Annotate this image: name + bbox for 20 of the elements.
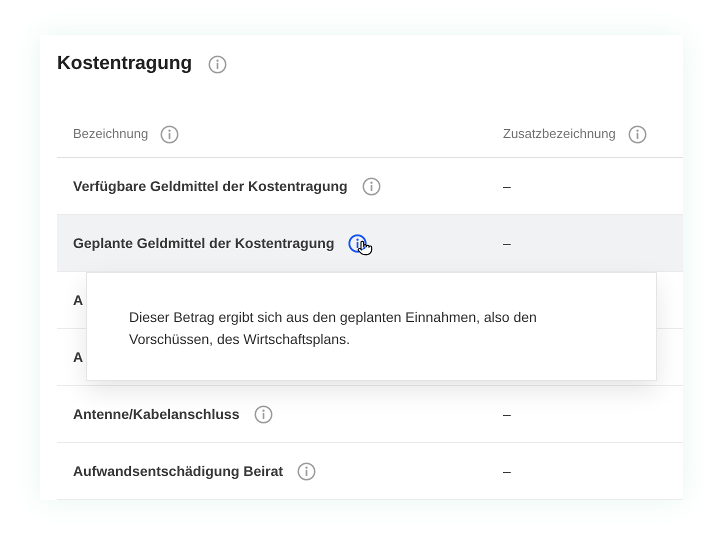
row-value: –: [502, 234, 511, 252]
row-label: Antenne/Kabelanschluss: [73, 404, 240, 424]
tooltip-text: Dieser Betrag ergibt sich aus den geplanten Einnahmen, also den Vorschüssen, des Wirtschaftsplans.: [129, 308, 538, 349]
row-label: Geplante Geldmittel der Kostentragung: [73, 234, 334, 253]
row-label: Aufwandsentschädigung Beirat: [73, 462, 284, 481]
row-label: A: [73, 348, 84, 366]
row-value: –: [502, 176, 511, 196]
info-icon[interactable]: [348, 234, 368, 252]
row-label: A: [73, 290, 84, 310]
column-header: Bezeichnung: [73, 125, 148, 144]
table-row[interactable]: Aufwandsentschädigung Beirat –: [57, 443, 683, 500]
row-value: –: [502, 404, 511, 424]
hand-cursor-icon: [357, 240, 374, 256]
table-row[interactable]: Geplante Geldmittel der Kostentragung –: [57, 215, 683, 272]
row-value: –: [502, 462, 511, 480]
section-title: Kostentragung: [57, 52, 192, 76]
table-row[interactable]: Antenne/Kabelanschluss –: [57, 386, 683, 443]
table-row[interactable]: Verfügbare Geldmittel der Kostentragung –: [57, 158, 683, 215]
row-label: Verfügbare Geldmittel der Kostentragung: [73, 176, 348, 196]
column-header: Zusatzbezeichnung: [503, 125, 616, 144]
